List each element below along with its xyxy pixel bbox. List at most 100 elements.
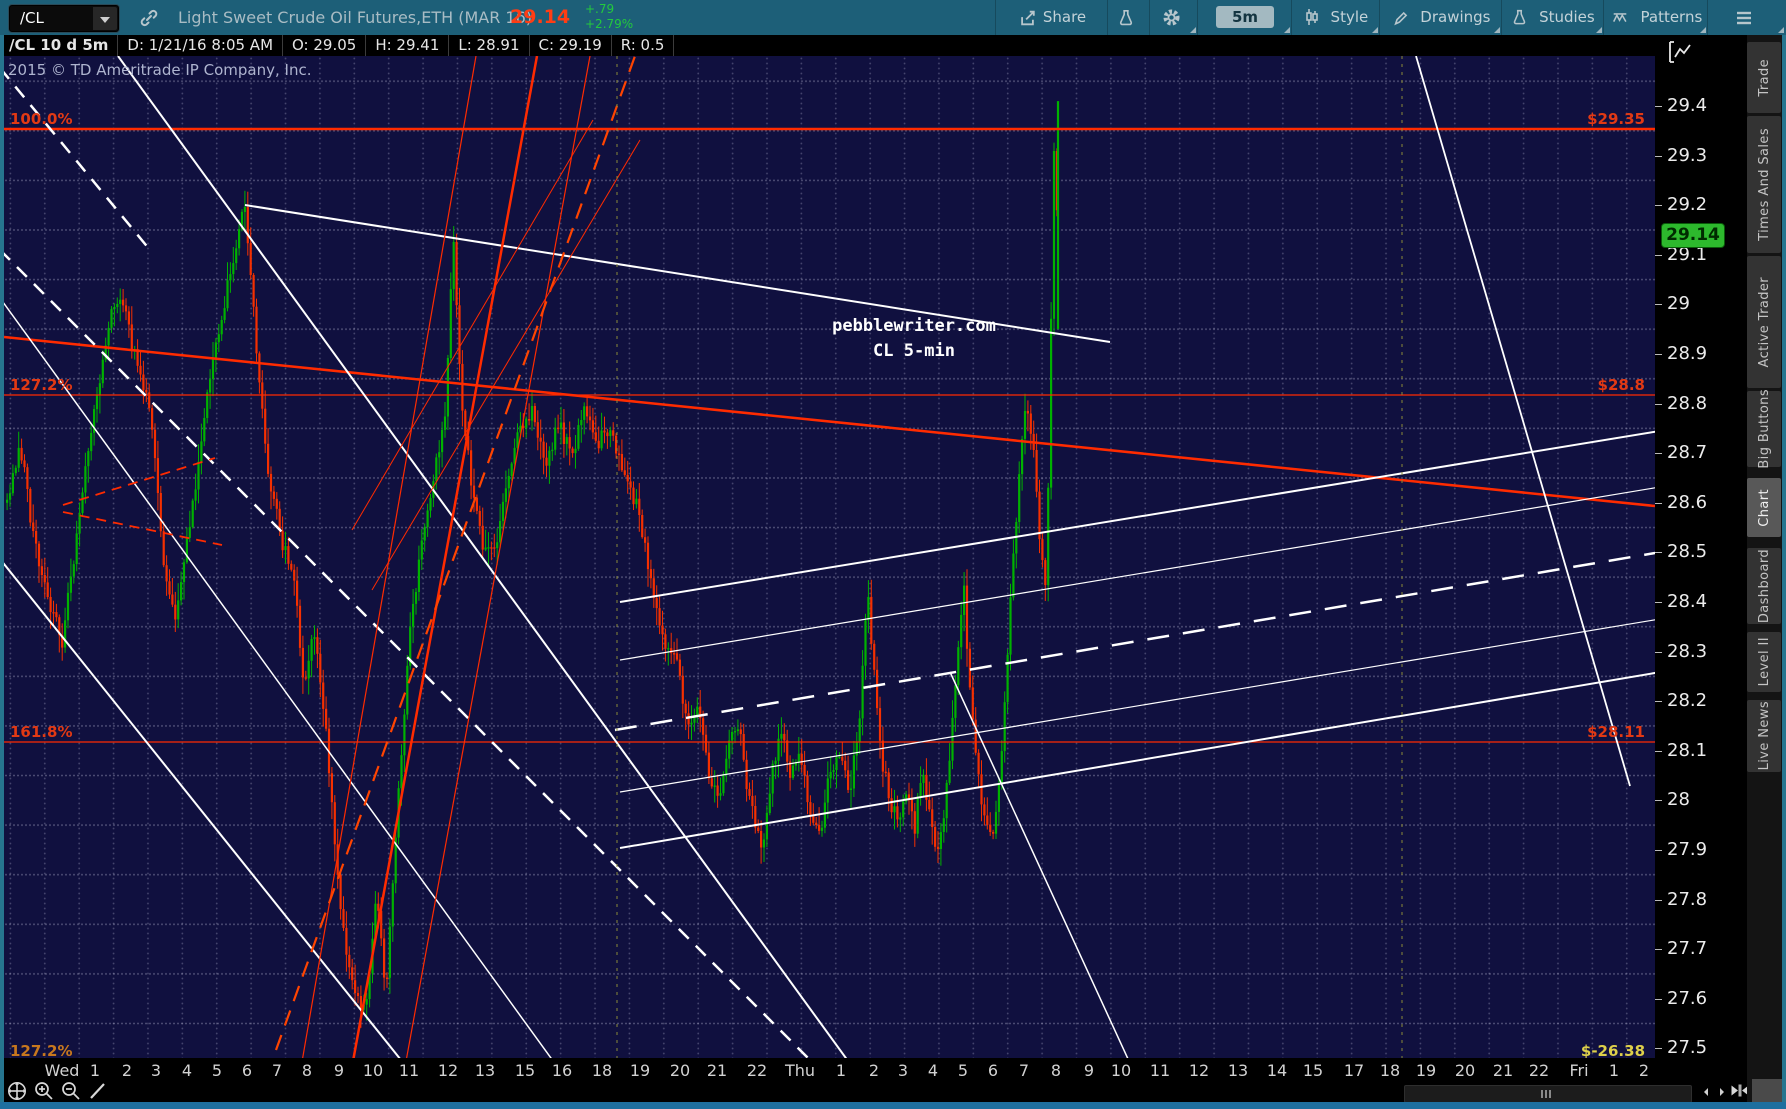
time-label: 20 (1454, 1061, 1476, 1080)
time-label: 11 (1149, 1061, 1171, 1080)
pan-right-icon[interactable] (1716, 1084, 1728, 1103)
time-label: 1 (1608, 1061, 1620, 1080)
time-label: 1 (835, 1061, 847, 1080)
chart-expand-icon[interactable] (1667, 40, 1693, 69)
price-tick-mark (1655, 800, 1662, 802)
time-label: 13 (474, 1061, 496, 1080)
menu-button[interactable] (1707, 0, 1786, 35)
status-segment: R: 0.5 (612, 35, 675, 56)
time-label: 3 (150, 1061, 162, 1080)
fib-percent-label: 100.0% (10, 110, 73, 128)
price-tick-label: 28.5 (1667, 541, 1708, 563)
time-label: 5 (957, 1061, 969, 1080)
status-segment: L: 28.91 (449, 35, 530, 56)
time-label: 19 (629, 1061, 651, 1080)
price-tick-label: 29.3 (1667, 144, 1708, 166)
time-label: 8 (1050, 1061, 1062, 1080)
price-tick-mark (1655, 1048, 1662, 1050)
time-label: 7 (271, 1061, 283, 1080)
time-label: 15 (1302, 1061, 1324, 1080)
time-label: 2 (868, 1061, 880, 1080)
status-segment: O: 29.05 (283, 35, 367, 56)
time-label: 21 (1492, 1061, 1514, 1080)
sidebar-tab-times-and-sales[interactable]: Times And Sales (1747, 116, 1781, 253)
time-label: 16 (551, 1061, 573, 1080)
sidebar-tab-live-news[interactable]: Live News (1747, 700, 1781, 772)
time-label: 6 (241, 1061, 253, 1080)
share-button[interactable]: Share (995, 0, 1108, 35)
price-tick-label: 28.2 (1667, 690, 1708, 712)
symbol-dropdown-arrow[interactable] (93, 7, 117, 30)
last-price: 29.14 (510, 6, 571, 28)
time-label: 15 (514, 1061, 536, 1080)
pan-left-icon[interactable] (1700, 1084, 1712, 1103)
price-tick-label: 29 (1667, 293, 1690, 315)
scrollbar-grip[interactable] (1541, 1090, 1555, 1098)
style-button[interactable]: Style (1291, 0, 1380, 35)
last-price-badge: 29.14 (1661, 223, 1725, 248)
price-tick-label: 27.9 (1667, 839, 1708, 861)
price-tick-mark (1655, 602, 1662, 604)
symbol-value: /CL (20, 9, 44, 27)
price-tick-label: 28.6 (1667, 491, 1708, 513)
price-tick-label: 29.2 (1667, 194, 1708, 216)
time-label: 2 (121, 1061, 133, 1080)
price-tick-label: 28.8 (1667, 392, 1708, 414)
sidebar-tab-active-trader[interactable]: Active Trader (1747, 256, 1781, 388)
time-label: 1 (89, 1061, 101, 1080)
watermark-line1: pebblewriter.com (832, 316, 996, 336)
fib-percent-label: 127.2% (10, 376, 73, 394)
price-tick-mark (1655, 254, 1662, 256)
sidebar-tab-level-ii[interactable]: Level II (1747, 632, 1781, 692)
sidebar-tab-dashboard[interactable]: Dashboard (1747, 548, 1781, 624)
fib-percent-label: 161.8% (10, 723, 73, 741)
price-tick-label: 28.9 (1667, 343, 1708, 365)
timeframe-button[interactable]: 5m (1197, 0, 1292, 35)
symbol-input[interactable]: /CL (9, 5, 119, 32)
right-sidebar: Trade Times And Sales Active Trader Big But… (1747, 35, 1782, 1102)
price-tick-mark (1655, 552, 1662, 554)
time-label: 18 (591, 1061, 613, 1080)
price-tick-mark (1655, 354, 1662, 356)
studies-button[interactable]: Studies (1501, 0, 1604, 35)
price-tick-label: 28 (1667, 789, 1690, 811)
drawings-button[interactable]: Drawings (1379, 0, 1502, 35)
time-axis[interactable]: Wed 1 2 3 4 5 6 7 8 9 10 11 12 13 15 16 18 19 20 21 22 Thu 1 2 3… (0, 1058, 1655, 1084)
price-change: +.79 +2.79% (585, 2, 633, 32)
price-tick-mark (1655, 403, 1662, 405)
link-icon[interactable] (138, 7, 160, 33)
chart-canvas[interactable]: 2015 © TD Ameritrade IP Company, Inc. pe… (4, 56, 1655, 1058)
window-edge-left (0, 35, 4, 1102)
time-label: 12 (1188, 1061, 1210, 1080)
window-edge-bottom (0, 1102, 1786, 1109)
price-tick-mark (1655, 651, 1662, 653)
gear-dropdown-corner (1190, 27, 1196, 33)
fib-price-label: $-26.38 (1580, 1042, 1645, 1058)
copyright-text: 2015 © TD Ameritrade IP Company, Inc. (8, 61, 312, 79)
chart-scrollbar[interactable] (1404, 1085, 1692, 1103)
time-label: 18 (1379, 1061, 1401, 1080)
gear-button[interactable] (1149, 0, 1198, 35)
price-tick-label: 27.6 (1667, 987, 1708, 1009)
time-label: 3 (897, 1061, 909, 1080)
price-tick-label: 29.4 (1667, 95, 1708, 117)
price-tick-label: 28.4 (1667, 591, 1708, 613)
net-change: +.79 (585, 2, 615, 16)
price-tick-mark (1655, 701, 1662, 703)
fib-price-label: $29.35 (1587, 110, 1645, 128)
flask-button[interactable] (1107, 0, 1150, 35)
sidebar-tab-chart[interactable]: Chart (1747, 478, 1781, 537)
time-label: 22 (1528, 1061, 1550, 1080)
time-label: 9 (1083, 1061, 1095, 1080)
patterns-button[interactable]: Patterns (1603, 0, 1708, 35)
status-segment: D: 1/21/16 8:05 AM (118, 35, 284, 56)
price-axis[interactable]: 29.4 29.3 29.2 29.1 29 28.9 28.8 28.7 28.6 28.5 28… (1655, 35, 1747, 1102)
time-label: 5 (211, 1061, 223, 1080)
time-label: 2 (1638, 1061, 1650, 1080)
status-segment: H: 29.41 (366, 35, 450, 56)
status-segment: /CL 10 d 5m (0, 35, 119, 56)
price-tick-mark (1655, 998, 1662, 1000)
price-tick-label: 28.1 (1667, 739, 1708, 761)
sidebar-tab-trade[interactable]: Trade (1747, 42, 1781, 113)
sidebar-tab-big-buttons[interactable]: Big Buttons (1747, 389, 1781, 469)
